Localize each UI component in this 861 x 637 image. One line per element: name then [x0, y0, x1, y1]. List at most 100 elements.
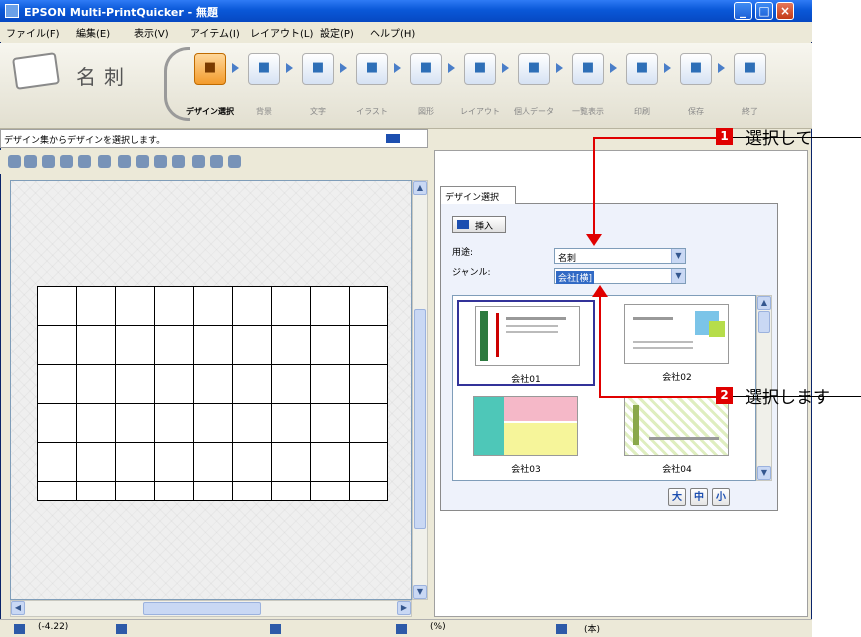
minimize-button[interactable]: _: [734, 2, 752, 20]
callout-2-badge: 2: [716, 387, 733, 404]
redo-icon[interactable]: [24, 155, 37, 168]
card-sheet-grid[interactable]: [37, 286, 388, 501]
status-bar: (-4.22) (%) (本): [0, 619, 812, 637]
tool-button-personal-data[interactable]: ■: [518, 53, 550, 85]
text-icon: ■: [311, 60, 325, 75]
flip-icon[interactable]: [192, 155, 205, 168]
menu-layout[interactable]: レイアウト(L): [250, 25, 313, 40]
chevron-down-icon[interactable]: ▼: [671, 269, 685, 283]
save-icon: ■: [689, 60, 703, 75]
callout-1-line: [593, 137, 595, 239]
size-large-button[interactable]: 大: [668, 488, 686, 506]
design-caption: 会社01: [511, 375, 541, 385]
tool-button-background[interactable]: ■: [248, 53, 280, 85]
layout-icon: ■: [473, 60, 487, 75]
tool-label: 保存: [688, 107, 704, 116]
flow-arrow-icon: [394, 63, 401, 73]
ungroup-icon[interactable]: [228, 155, 241, 168]
tool-label: 個人データ: [514, 107, 554, 116]
callout-2-line: [599, 295, 601, 398]
flow-arrow-icon: [610, 63, 617, 73]
insert-icon: [457, 220, 469, 229]
design-thumb-01[interactable]: 会社01: [457, 300, 595, 386]
callout-2-line: [599, 396, 722, 398]
flow-arrow-icon: [664, 63, 671, 73]
tool-label: イラスト: [356, 107, 388, 116]
design-thumb-02[interactable]: 会社02: [608, 300, 746, 386]
insert-button[interactable]: 挿入: [452, 216, 506, 233]
design-caption: 会社03: [511, 465, 541, 475]
flow-arrow-icon: [448, 63, 455, 73]
tool-button-illustration[interactable]: ■: [356, 53, 388, 85]
design-thumb-04[interactable]: 会社04: [608, 392, 746, 478]
tool-label: 図形: [418, 107, 434, 116]
menu-file[interactable]: ファイル(F): [6, 25, 60, 40]
purpose-select[interactable]: 名刺 ▼: [554, 248, 686, 264]
scroll-up-icon[interactable]: ▲: [413, 181, 427, 195]
bring-front-icon[interactable]: [118, 155, 131, 168]
mode-toolbar: 名刺 ■ デザイン選択 ■ 背景 ■ 文字 ■ イラスト ■ 図形 ■ レイアウト ■ 個人データ ■ 一覧表…: [0, 43, 812, 129]
zoom-out-icon[interactable]: [78, 155, 91, 168]
cursor-position-icon: [14, 624, 25, 634]
send-backward-icon[interactable]: [154, 155, 167, 168]
app-icon: [5, 4, 19, 18]
status-unit: (本): [584, 625, 601, 635]
scroll-down-icon[interactable]: ▼: [413, 585, 427, 599]
tool-label: 一覧表示: [572, 107, 604, 116]
callout-1-arrow-icon: [586, 234, 602, 246]
tool-button-exit[interactable]: ■: [734, 53, 766, 85]
sheet-grid-lines: [38, 287, 387, 500]
bring-forward-icon[interactable]: [136, 155, 149, 168]
scroll-right-icon[interactable]: ▶: [397, 601, 411, 615]
scroll-up-icon[interactable]: ▲: [757, 296, 771, 310]
zoom-icon: [396, 624, 407, 634]
menu-help[interactable]: ヘルプ(H): [370, 25, 415, 40]
undo-icon[interactable]: [8, 155, 21, 168]
hint-play-icon[interactable]: [386, 134, 400, 143]
scroll-down-icon[interactable]: ▼: [757, 466, 771, 480]
shape-icon: ■: [419, 60, 433, 75]
tool-button-layout[interactable]: ■: [464, 53, 496, 85]
design-preview-02: [624, 304, 729, 364]
delete-icon[interactable]: [98, 155, 111, 168]
gallery-scroll-thumb[interactable]: [758, 311, 770, 333]
maximize-button[interactable]: □: [755, 2, 773, 20]
canvas-horizontal-scrollbar[interactable]: ◀ ▶: [10, 600, 412, 617]
flow-arrow-icon: [340, 63, 347, 73]
menu-view[interactable]: 表示(V): [134, 25, 169, 40]
canvas-vertical-scrollbar[interactable]: ▲ ▼: [412, 180, 428, 600]
tab-design-select[interactable]: デザイン選択: [440, 186, 516, 204]
genre-select[interactable]: 会社[横] ▼: [554, 268, 686, 284]
exit-icon: ■: [743, 60, 757, 75]
horizontal-scroll-thumb[interactable]: [143, 602, 261, 615]
select-icon[interactable]: [42, 155, 55, 168]
menu-settings[interactable]: 設定(P): [320, 25, 354, 40]
window-title: EPSON Multi-PrintQuicker - 無題: [24, 6, 218, 19]
tool-button-print[interactable]: ■: [626, 53, 658, 85]
size-medium-button[interactable]: 中: [690, 488, 708, 506]
group-icon[interactable]: [210, 155, 223, 168]
tool-button-design-select[interactable]: ■: [194, 53, 226, 85]
tool-button-save[interactable]: ■: [680, 53, 712, 85]
tool-button-shape[interactable]: ■: [410, 53, 442, 85]
zoom-in-icon[interactable]: [60, 155, 73, 168]
scroll-left-icon[interactable]: ◀: [11, 601, 25, 615]
callout-1-badge: 1: [716, 128, 733, 145]
design-caption: 会社04: [662, 465, 692, 475]
tool-label: レイアウト: [460, 107, 500, 116]
purpose-label: 用途:: [452, 248, 474, 258]
chevron-down-icon[interactable]: ▼: [671, 249, 685, 263]
menu-item[interactable]: アイテム(I): [190, 25, 240, 40]
status-zoom: (%): [430, 622, 446, 632]
vertical-scroll-thumb[interactable]: [414, 309, 426, 529]
title-bar[interactable]: EPSON Multi-PrintQuicker - 無題 _ □ ×: [0, 0, 812, 22]
size-small-button[interactable]: 小: [712, 488, 730, 506]
tool-button-list-view[interactable]: ■: [572, 53, 604, 85]
design-thumb-03[interactable]: 会社03: [457, 392, 595, 478]
flow-arrow-icon: [556, 63, 563, 73]
tool-button-text[interactable]: ■: [302, 53, 334, 85]
tool-label: デザイン選択: [186, 107, 234, 116]
send-back-icon[interactable]: [172, 155, 185, 168]
menu-edit[interactable]: 編集(E): [76, 25, 110, 40]
close-button[interactable]: ×: [776, 2, 794, 20]
